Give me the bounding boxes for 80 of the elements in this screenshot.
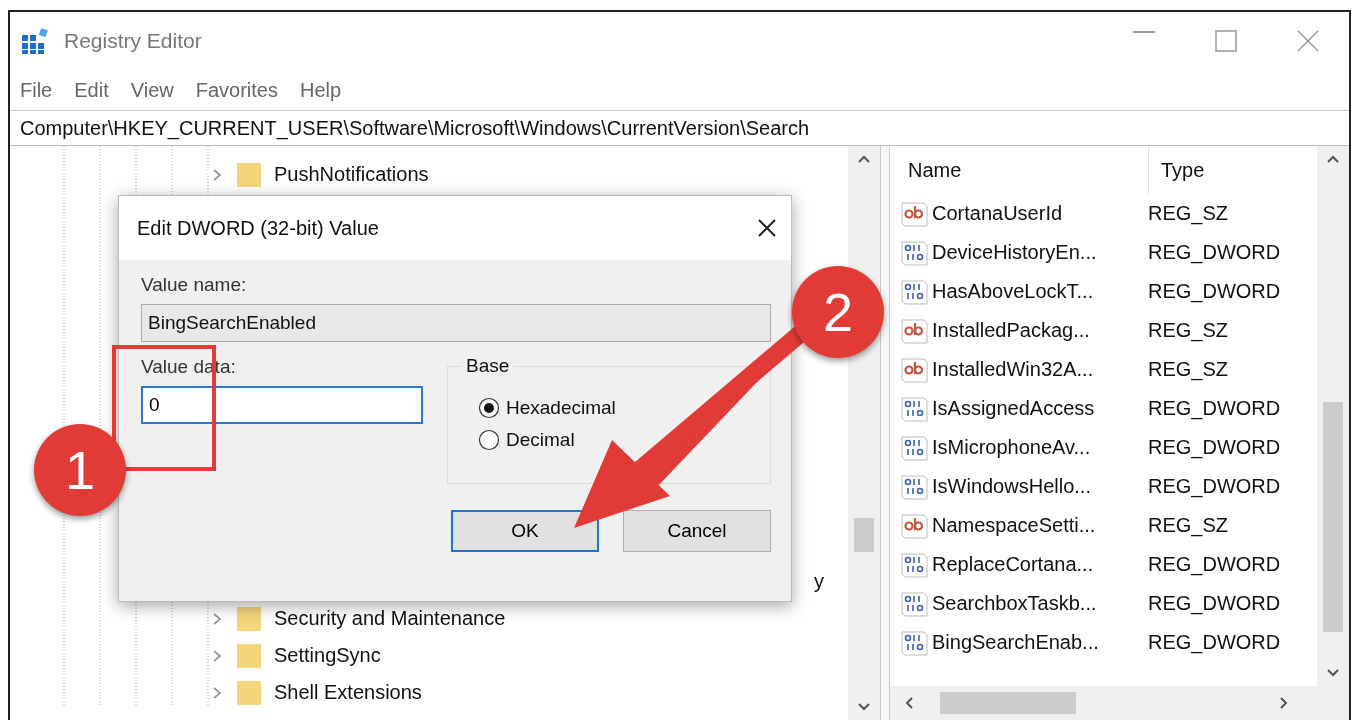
scrollbar-thumb[interactable] [854,518,874,552]
string-value-icon [900,317,928,344]
value-name[interactable]: IsAssignedAccess [932,397,1095,420]
menu-item[interactable]: View [130,78,174,102]
window-title: Registry Editor [64,29,203,53]
scrollbar-thumb[interactable] [940,692,1076,714]
value-name[interactable]: IsWindowsHello... [932,475,1091,498]
scroll-down-icon[interactable] [857,702,871,712]
menu-item[interactable]: Favorites [195,78,278,102]
value-name[interactable]: HasAboveLockT... [932,280,1094,303]
menu-item[interactable]: File [20,78,53,102]
registry-app-icon [20,27,50,55]
value-type: REG_DWORD [1148,397,1281,420]
tree-item[interactable]: SettingSync [274,644,381,667]
value-name-field[interactable]: BingSearchEnabled [141,304,771,342]
value-type: REG_SZ [1148,319,1229,342]
tree-item[interactable]: Shell Extensions [274,681,422,704]
field-label: Value name: [141,274,248,296]
value-name[interactable]: IsMicrophoneAv... [932,436,1091,459]
value-type: REG_DWORD [1148,475,1281,498]
string-value-icon [900,356,928,383]
value-name[interactable]: InstalledPackag... [932,319,1090,342]
pane-splitter[interactable] [880,146,890,720]
scrollbar[interactable] [1317,146,1349,686]
value-name[interactable]: NamespaceSetti... [932,514,1096,537]
value-name[interactable]: ReplaceCortana... [932,553,1094,576]
scroll-down-icon[interactable] [1326,668,1340,678]
column-header[interactable]: Name [900,146,1149,194]
maximize-icon[interactable] [1215,30,1237,52]
minimize-icon[interactable] [1133,30,1155,34]
folder-icon [236,161,262,188]
value-type: REG_DWORD [1148,280,1281,303]
radio-label[interactable]: Hexadecimal [506,397,616,419]
value-type: REG_SZ [1148,514,1229,537]
menu-item[interactable]: Help [299,78,342,102]
value-name[interactable]: InstalledWin32A... [932,358,1094,381]
binary-value-icon [900,434,928,461]
scroll-up-icon[interactable] [1326,154,1340,164]
scroll-up-icon[interactable] [857,154,871,164]
value-type: REG_SZ [1148,358,1229,381]
value-type: REG_DWORD [1148,436,1281,459]
value-type: REG_DWORD [1148,631,1281,654]
radio-button[interactable] [478,429,500,451]
column-header[interactable]: Type [1149,158,1205,182]
radio-label[interactable]: Decimal [506,429,575,451]
value-name[interactable]: BingSearchEnab... [932,631,1099,654]
horizontal-scrollbar[interactable] [890,686,1349,720]
value-type: REG_DWORD [1148,553,1281,576]
close-icon[interactable] [757,218,777,238]
cancel-button[interactable]: Cancel [623,510,771,552]
value-name[interactable]: DeviceHistoryEn... [932,241,1097,264]
value-name[interactable]: CortanaUserId [932,202,1063,225]
folder-icon [236,605,262,632]
tree-item[interactable]: Security and Maintenance [274,607,506,630]
scroll-right-icon[interactable] [1279,696,1289,710]
menu-item[interactable]: Edit [74,78,109,102]
dialog-title: Edit DWORD (32-bit) Value [137,216,379,240]
binary-value-icon [900,239,928,266]
binary-value-icon [900,629,928,656]
address-bar[interactable]: Computer\HKEY_CURRENT_USER\Software\Microsoft\Windows\CurrentVersion\Search [10,110,1349,146]
folder-icon [236,642,262,669]
scrollbar-thumb[interactable] [1323,402,1343,632]
value-type: REG_DWORD [1148,592,1281,615]
binary-value-icon [900,395,928,422]
binary-value-icon [900,551,928,578]
ok-button[interactable]: OK [451,510,599,552]
folder-icon [236,679,262,706]
value-type: REG_SZ [1148,202,1229,225]
binary-value-icon [900,473,928,500]
string-value-icon [900,512,928,539]
value-data-field[interactable]: 0 [141,386,423,424]
string-value-icon [900,200,928,227]
binary-value-icon [900,278,928,305]
radio-button[interactable] [478,397,500,419]
scroll-left-icon[interactable] [904,696,914,710]
tree-item[interactable]: PushNotifications [274,163,429,186]
binary-value-icon [900,590,928,617]
value-name[interactable]: SearchboxTaskb... [932,592,1097,615]
value-type: REG_DWORD [1148,241,1281,264]
tree-item[interactable]: y [814,570,824,593]
